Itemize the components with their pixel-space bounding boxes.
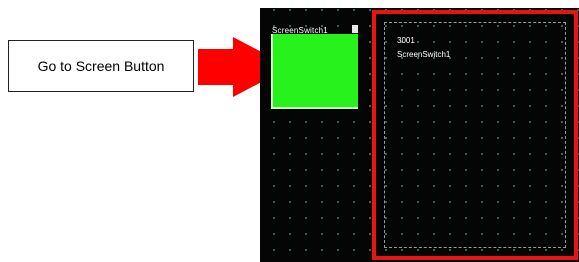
screen-number: 3001 — [397, 36, 415, 45]
target-screen-highlight: 3001 ScreenSwitch1 — [372, 10, 578, 260]
screen-editor-canvas[interactable]: ScreenSwitch1 3001 ScreenSwitch1 — [260, 8, 579, 262]
screen-switch-button[interactable] — [271, 34, 358, 109]
screenshot-canvas: Go to Screen Button ScreenSwitch1 3001 S… — [0, 0, 579, 262]
screen-name: ScreenSwitch1 — [397, 50, 451, 59]
screen-area[interactable]: 3001 ScreenSwitch1 — [384, 22, 566, 248]
screen-switch-label: ScreenSwitch1 — [272, 26, 328, 35]
resize-handle[interactable] — [352, 25, 358, 33]
